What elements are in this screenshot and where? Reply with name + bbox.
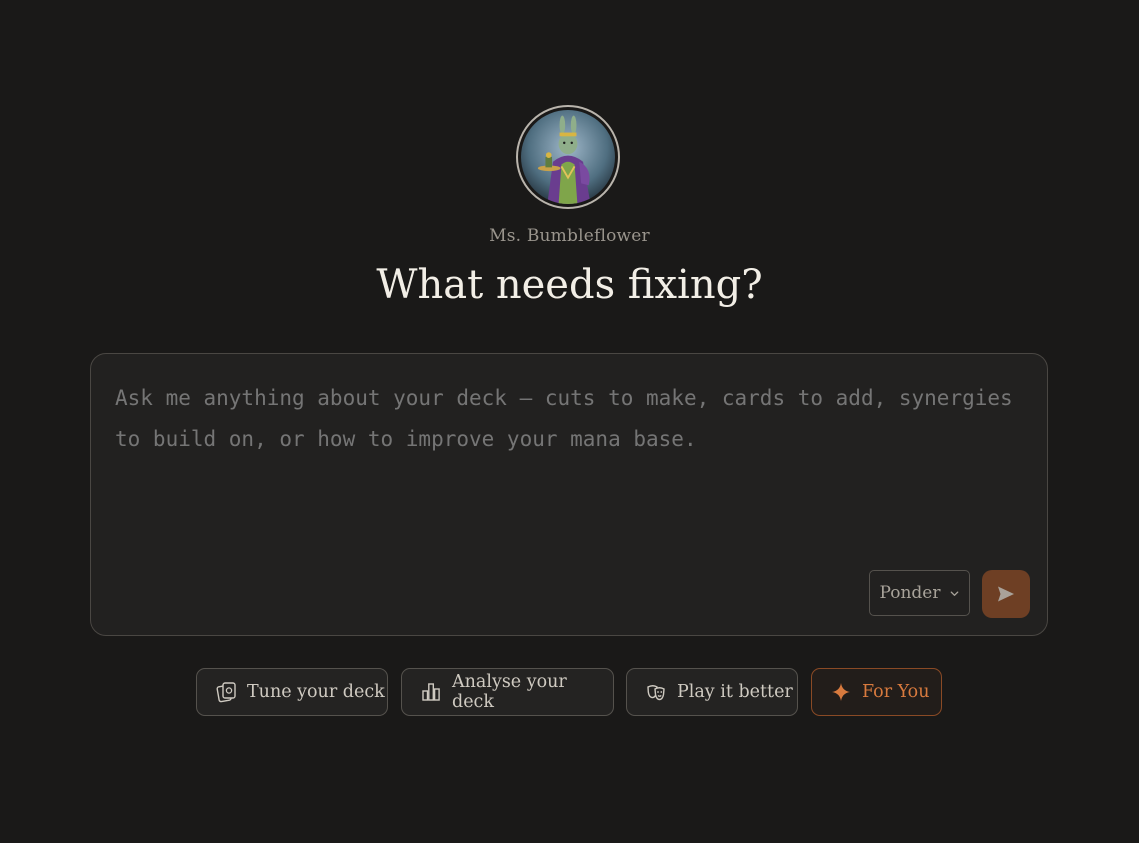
for-you-label: For You <box>862 682 930 702</box>
mode-select-value: Ponder <box>879 583 941 603</box>
card-tune-icon <box>216 682 236 703</box>
analyse-deck-label: Analyse your deck <box>452 672 567 712</box>
avatar <box>516 105 620 209</box>
chevron-down-icon <box>950 590 958 596</box>
play-better-button[interactable]: Play it better <box>626 668 798 716</box>
message-composer: Ponder <box>90 353 1048 636</box>
sparkle-icon <box>832 683 850 701</box>
analyse-deck-button[interactable]: Analyse your deck <box>401 668 614 716</box>
send-icon <box>998 586 1014 602</box>
page-title: What needs fixing? <box>376 262 763 308</box>
send-button[interactable] <box>982 570 1030 618</box>
for-you-button[interactable]: For You <box>811 668 942 716</box>
bunny-character-avatar-icon <box>521 110 615 204</box>
assistant-name: Ms. Bumbleflower <box>489 226 650 246</box>
bar-chart-icon <box>422 683 440 701</box>
tune-deck-button[interactable]: Tune your deck <box>196 668 388 716</box>
message-input[interactable] <box>115 378 1015 460</box>
tune-deck-label: Tune your deck <box>247 682 385 702</box>
theater-masks-icon <box>647 685 665 701</box>
page: Ms. Bumbleflower What needs fixing? Pond… <box>0 0 1139 843</box>
play-better-label: Play it better <box>677 682 793 702</box>
mode-select[interactable]: Ponder <box>869 570 970 616</box>
